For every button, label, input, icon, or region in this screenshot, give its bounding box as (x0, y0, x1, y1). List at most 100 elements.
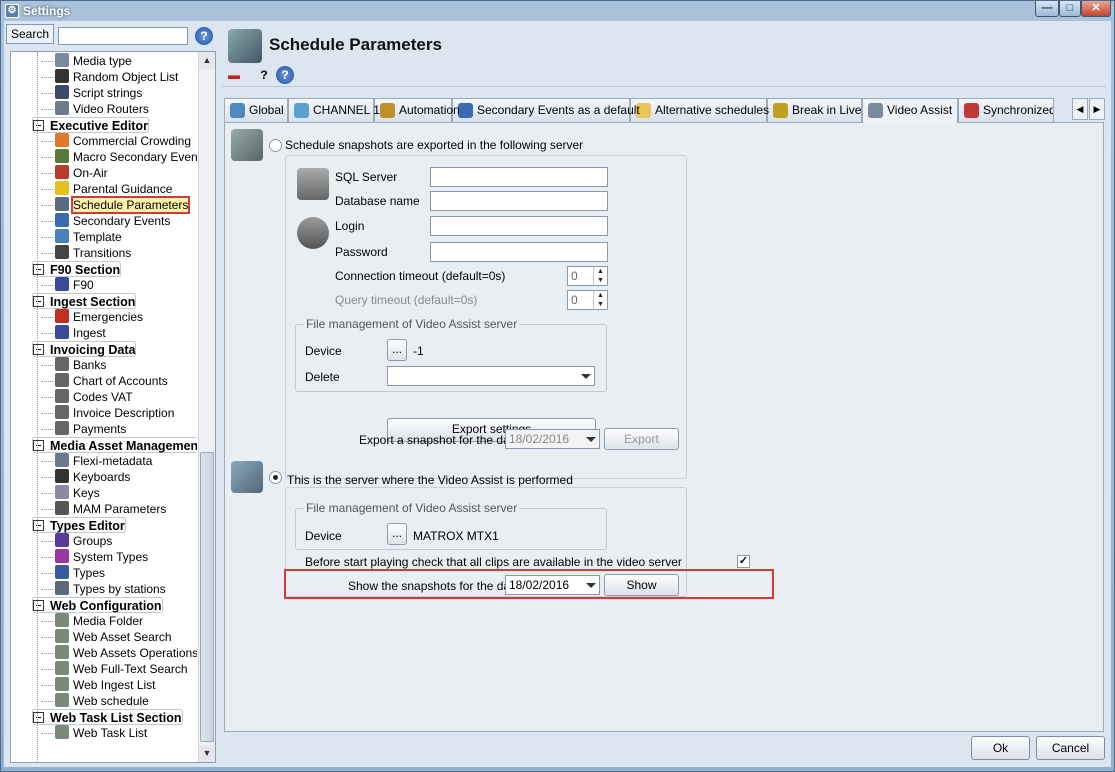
tree-group[interactable]: Ingest Section (32, 293, 137, 309)
database-name-input[interactable] (430, 191, 608, 211)
maximize-button[interactable]: □ (1059, 1, 1081, 17)
tree-item[interactable]: Web Ingest List (41, 677, 156, 693)
tab-global[interactable]: Global (224, 98, 288, 122)
tree-item[interactable]: Script strings (41, 85, 142, 101)
tree-item[interactable]: Payments (41, 421, 126, 437)
tree-item[interactable]: Transitions (41, 245, 131, 261)
tree-item[interactable]: Web Task List (41, 725, 147, 741)
device-browse-button[interactable]: ... (387, 339, 407, 361)
tree-item[interactable]: Emergencies (41, 309, 143, 325)
local-server-radio[interactable] (269, 471, 282, 484)
show-day-picker[interactable]: 18/02/2016 (505, 575, 600, 595)
tree-connector (41, 733, 53, 734)
collapse-icon[interactable] (33, 712, 44, 723)
tree-item[interactable]: On-Air (41, 165, 108, 181)
tree-item[interactable]: Template (41, 229, 122, 245)
sql-server-input[interactable] (430, 167, 608, 187)
collapse-icon[interactable] (33, 600, 44, 611)
tree-item[interactable]: Web Full-Text Search (41, 661, 188, 677)
tree-group[interactable]: Media Asset Management (32, 437, 197, 453)
tree-item[interactable]: Media type (41, 53, 132, 69)
collapse-icon[interactable] (33, 344, 44, 355)
tab-channel-1[interactable]: CHANNEL 1 (288, 98, 380, 122)
tree-item[interactable]: Types (41, 565, 105, 581)
tree-item[interactable]: Invoice Description (41, 405, 174, 421)
tree-item[interactable]: Groups (41, 533, 112, 549)
tree-item[interactable]: Web schedule (41, 693, 149, 709)
tree-item[interactable]: Schedule Parameters (41, 196, 191, 214)
help-cursor-icon[interactable]: ? (254, 65, 274, 85)
collapse-icon[interactable] (33, 296, 44, 307)
scroll-thumb[interactable] (200, 452, 214, 742)
device-browse-button[interactable]: ... (387, 523, 407, 545)
tree-item[interactable]: Keyboards (41, 469, 130, 485)
password-input[interactable] (430, 242, 608, 262)
help-icon[interactable]: ? (276, 66, 294, 84)
tree-item[interactable]: Keys (41, 485, 100, 501)
tree-group[interactable]: F90 Section (32, 261, 122, 277)
collapse-icon[interactable] (33, 440, 44, 451)
tree-item[interactable]: Ingest (41, 325, 106, 341)
tree-item[interactable]: Random Object List (41, 69, 178, 85)
tree-item[interactable]: Chart of Accounts (41, 373, 168, 389)
search-label[interactable]: Search (6, 24, 54, 44)
tree-group[interactable]: Web Task List Section (32, 709, 183, 725)
tree-item[interactable]: Types by stations (41, 581, 166, 597)
export-day-picker[interactable]: 18/02/2016 (505, 429, 600, 449)
tree-item[interactable]: Parental Guidance (41, 181, 172, 197)
collapse-icon[interactable] (33, 264, 44, 275)
close-button[interactable]: ✕ (1081, 1, 1111, 17)
scroll-up-arrow[interactable]: ▲ (199, 52, 215, 69)
tree-group[interactable]: Executive Editor (32, 117, 149, 133)
tab-synchronized-pl[interactable]: Synchronized pl (958, 98, 1054, 122)
help-icon[interactable]: ? (195, 27, 213, 45)
flexi-icon (55, 453, 69, 467)
tree-group[interactable]: Invoicing Data (32, 341, 137, 357)
tree-scrollbar[interactable]: ▲ ▼ (198, 52, 215, 762)
tree-item[interactable]: System Types (41, 549, 148, 565)
tab-scroll-right[interactable]: ▶ (1089, 98, 1105, 120)
tab-video-assist[interactable]: Video Assist (862, 98, 958, 123)
tree-item[interactable]: Video Routers (41, 101, 149, 117)
tree-item[interactable]: Secondary Events (41, 213, 170, 229)
query-timeout-stepper[interactable]: 0 ▲ ▼ (567, 290, 608, 310)
tree-item[interactable]: Web Asset Search (41, 629, 172, 645)
media-type-icon (55, 53, 69, 67)
tree-item[interactable]: Banks (41, 357, 106, 373)
tab-break-in-live[interactable]: Break in Live (767, 98, 862, 122)
search-input[interactable] (58, 27, 188, 45)
tree-item[interactable]: Flexi-metadata (41, 453, 152, 469)
tree-item[interactable]: F90 (41, 277, 94, 293)
login-label: Login (335, 219, 365, 233)
check-clips-checkbox[interactable]: ✓ (737, 555, 750, 568)
cancel-button[interactable]: Cancel (1036, 736, 1105, 760)
export-server-radio[interactable] (269, 139, 282, 152)
tree-group[interactable]: Types Editor (32, 517, 126, 533)
tree-item[interactable]: Commercial Crowding (41, 133, 191, 149)
tab-alternative-schedules[interactable]: Alternative schedules (630, 98, 769, 122)
tree-item[interactable]: Macro Secondary Events (41, 149, 197, 165)
delete-dropdown[interactable] (387, 366, 595, 386)
minimize-button[interactable]: — (1035, 1, 1059, 17)
login-input[interactable] (430, 216, 608, 236)
tree-item[interactable]: Codes VAT (41, 389, 133, 405)
tree-connector (41, 157, 53, 158)
collapse-icon[interactable] (33, 120, 44, 131)
delete-icon[interactable]: ▬ (224, 65, 244, 85)
tree-item[interactable]: Media Folder (41, 613, 143, 629)
tree-group[interactable]: Web Configuration (32, 597, 163, 613)
collapse-icon[interactable] (33, 520, 44, 531)
tree-item[interactable]: MAM Parameters (41, 501, 166, 517)
emergency-icon (55, 309, 69, 323)
export-button[interactable]: Export (604, 428, 679, 450)
tab-secondary-events-as-a-default[interactable]: Secondary Events as a default (452, 98, 640, 122)
spin-arrows[interactable]: ▲ ▼ (593, 291, 607, 309)
tab-automation[interactable]: Automation (374, 98, 460, 122)
scroll-down-arrow[interactable]: ▼ (199, 745, 215, 762)
connection-timeout-stepper[interactable]: 0 ▲ ▼ (567, 266, 608, 286)
spin-arrows[interactable]: ▲ ▼ (593, 267, 607, 285)
tab-scroll-left[interactable]: ◀ (1072, 98, 1088, 120)
show-button[interactable]: Show (604, 574, 679, 596)
tree-item[interactable]: Web Assets Operations (41, 645, 197, 661)
ok-button[interactable]: Ok (971, 736, 1030, 760)
